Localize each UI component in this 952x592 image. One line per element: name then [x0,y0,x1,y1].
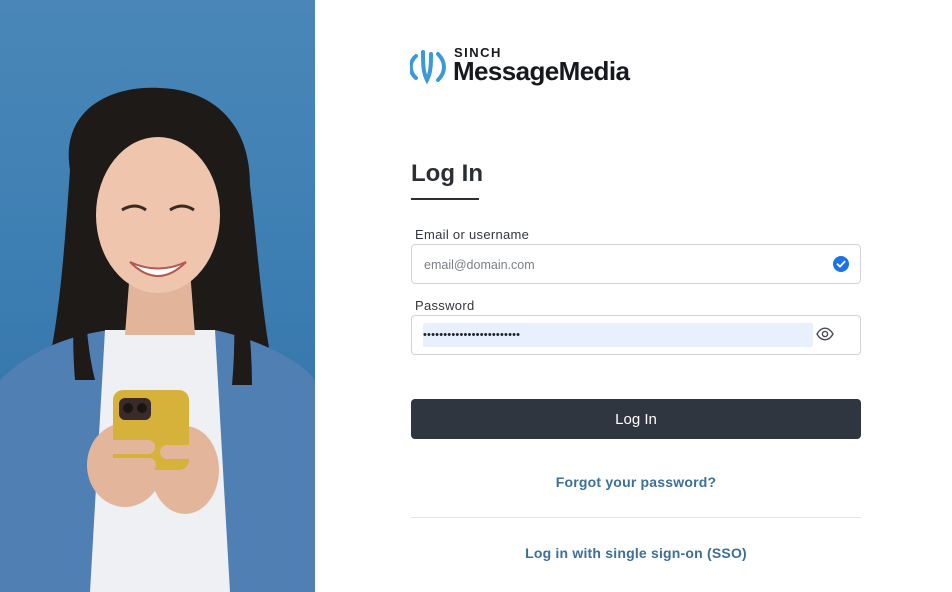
product-name: MessageMedia [453,56,630,86]
login-button[interactable]: Log In [411,399,861,439]
page-title: Log In [411,160,483,187]
check-circle-icon [833,256,849,272]
email-input[interactable] [422,253,826,277]
hero-image [0,0,315,592]
sso-login-link[interactable]: Log in with single sign-on (SSO) [411,545,861,561]
password-field[interactable]: •••••••••••••••••••••••• [411,315,861,355]
title-underline [411,198,479,200]
brand-logo: SINCH MessageMedia [410,42,670,90]
password-label: Password [415,298,475,313]
divider [411,517,861,518]
password-input[interactable]: •••••••••••••••••••••••• [423,324,520,346]
eye-icon[interactable] [816,327,834,341]
email-label: Email or username [415,227,530,242]
forgot-password-link[interactable]: Forgot your password? [411,474,861,490]
message-waves-icon [410,50,446,85]
woman-with-phone-illustration [0,87,315,592]
email-field-container [411,244,861,284]
